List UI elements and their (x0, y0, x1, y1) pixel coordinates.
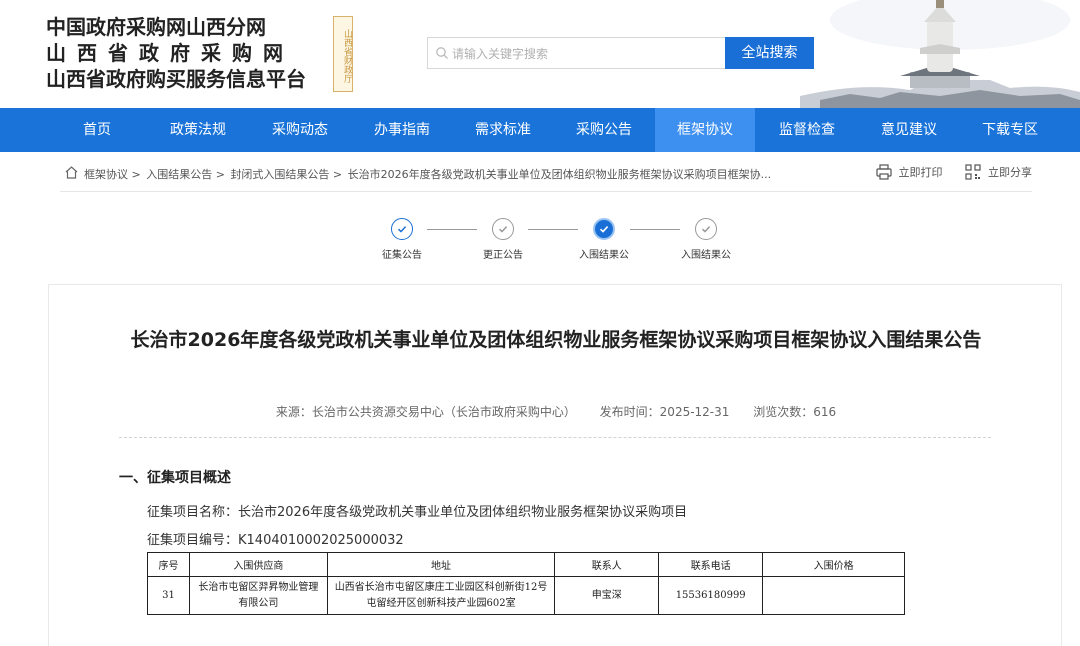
check-circle-icon (695, 218, 717, 240)
col-header-index: 序号 (147, 552, 190, 577)
site-logo[interactable]: 中国政府采购网山西分网 山西省政府采购网 山西省政府购买服务信息平台 (46, 14, 306, 92)
step-label: 更正公告 (483, 250, 523, 261)
nav-item-guide[interactable]: 办事指南 (352, 108, 452, 152)
article-card: 长治市2026年度各级党政机关事业单位及团体组织物业服务框架协议采购项目框架协议… (48, 284, 1062, 646)
print-label: 立即打印 (898, 166, 943, 179)
nav-item-policy[interactable]: 政策法规 (148, 108, 248, 152)
col-header-phone: 联系电话 (658, 552, 764, 577)
article-publish-time: 发布时间：2025-12-31 (599, 405, 730, 419)
nav-item-supervision[interactable]: 监督检查 (757, 108, 857, 152)
step-connector (630, 229, 680, 230)
nav-item-announcements[interactable]: 采购公告 (554, 108, 654, 152)
announcement-progress-steps: 征集公告 更正公告 入围结果公 入围结果公 (370, 218, 750, 278)
nav-item-standards[interactable]: 需求标准 (453, 108, 553, 152)
nav-item-home[interactable]: 首页 (47, 108, 147, 152)
col-header-supplier: 入围供应商 (188, 552, 328, 577)
step-connector (427, 229, 477, 230)
cell-contact: 申宝深 (554, 576, 660, 615)
project-name: 征集项目名称：长治市2026年度各级党政机关事业单位及团体组织物业服务框架协议采… (147, 505, 688, 520)
nav-item-procurement-news[interactable]: 采购动态 (250, 108, 350, 152)
printer-icon (875, 164, 892, 180)
results-table: 序号 入围供应商 地址 联系人 联系电话 入围价格 31 长治市屯留区羿昇物业管… (147, 552, 905, 615)
table-header-row: 序号 入围供应商 地址 联系人 联系电话 入围价格 (147, 552, 905, 577)
project-code: 征集项目编号：K1404010002025000032 (147, 533, 404, 548)
search-input[interactable] (452, 44, 712, 64)
logo-line-3: 山西省政府购买服务信息平台 (46, 67, 306, 91)
breadcrumb-item-results[interactable]: 入围结果公告 > (146, 168, 225, 181)
main-nav: 首页 政策法规 采购动态 办事指南 需求标准 采购公告 框架协议 监督检查 意见… (0, 108, 1080, 152)
logo-line-2: 山西省政府采购网 (46, 41, 294, 65)
col-header-price: 入围价格 (762, 552, 905, 577)
step-label: 征集公告 (382, 250, 422, 261)
cell-price (762, 576, 905, 615)
breadcrumb-item-current: 长治市2026年度各级党政机关事业单位及团体组织物业服务框架协议采购项目框架协.… (347, 168, 772, 181)
cell-index: 31 (147, 576, 190, 615)
step-results-notice-2[interactable]: 入围结果公 (674, 218, 738, 262)
breadcrumb: 框架协议 > 入围结果公告 > 封闭式入围结果公告 > 长治市2026年度各级党… (84, 166, 773, 182)
finance-dept-seal: 山西省财政厅 (333, 16, 353, 92)
article-title: 长治市2026年度各级党政机关事业单位及团体组织物业服务框架协议采购项目框架协议… (130, 329, 982, 351)
breadcrumb-item-framework[interactable]: 框架协议 > (84, 168, 141, 181)
nav-item-feedback[interactable]: 意见建议 (859, 108, 959, 152)
check-circle-icon (593, 218, 615, 240)
qr-code-icon (965, 164, 981, 180)
share-label: 立即分享 (988, 166, 1032, 179)
site-header: 中国政府采购网山西分网 山西省政府采购网 山西省政府购买服务信息平台 山西省财政… (0, 0, 1080, 108)
step-correction-notice[interactable]: 更正公告 (471, 218, 535, 262)
search-icon (436, 47, 448, 59)
section-title: 一、征集项目概述 (119, 470, 231, 486)
cell-supplier: 长治市屯留区羿昇物业管理有限公司 (188, 576, 328, 615)
check-circle-icon (492, 218, 514, 240)
share-button[interactable]: 立即分享 (964, 163, 1032, 181)
logo-line-1: 中国政府采购网山西分网 (46, 15, 266, 39)
divider (119, 437, 991, 438)
nav-item-framework-agreement[interactable]: 框架协议 (655, 108, 755, 152)
cell-phone: 15536180999 (658, 576, 764, 615)
article-meta: 来源：长治市公共资源交易中心（长治市政府采购中心） 发布时间：2025-12-3… (49, 403, 1063, 420)
table-row: 31 长治市屯留区羿昇物业管理有限公司 山西省长治市屯留区康庄工业园区科创新街1… (147, 576, 905, 615)
article-source: 来源：长治市公共资源交易中心（长治市政府采购中心） (275, 405, 576, 419)
step-label: 入围结果公 (579, 250, 629, 261)
nav-item-downloads[interactable]: 下载专区 (960, 108, 1060, 152)
step-label: 入围结果公 (681, 250, 731, 261)
col-header-contact: 联系人 (554, 552, 660, 577)
search-box (427, 37, 725, 69)
col-header-address: 地址 (326, 552, 556, 577)
article-view-count: 浏览次数：616 (753, 405, 837, 419)
step-connector (528, 229, 578, 230)
check-circle-icon (391, 218, 413, 240)
home-icon[interactable] (64, 165, 79, 180)
step-results-notice[interactable]: 入围结果公 (572, 218, 636, 262)
pagoda-landmark-illustration (800, 0, 1080, 108)
print-button[interactable]: 立即打印 (875, 163, 943, 181)
step-collection-notice[interactable]: 征集公告 (370, 218, 434, 262)
cell-address: 山西省长治市屯留区康庄工业园区科创新街12号屯留经开区创新科技产业园602室 (326, 576, 556, 615)
breadcrumb-item-closed-results[interactable]: 封闭式入围结果公告 > (230, 168, 342, 181)
breadcrumb-bar: 框架协议 > 入围结果公告 > 封闭式入围结果公告 > 长治市2026年度各级党… (60, 156, 1032, 192)
page-actions: 立即打印 立即分享 (857, 163, 1032, 184)
